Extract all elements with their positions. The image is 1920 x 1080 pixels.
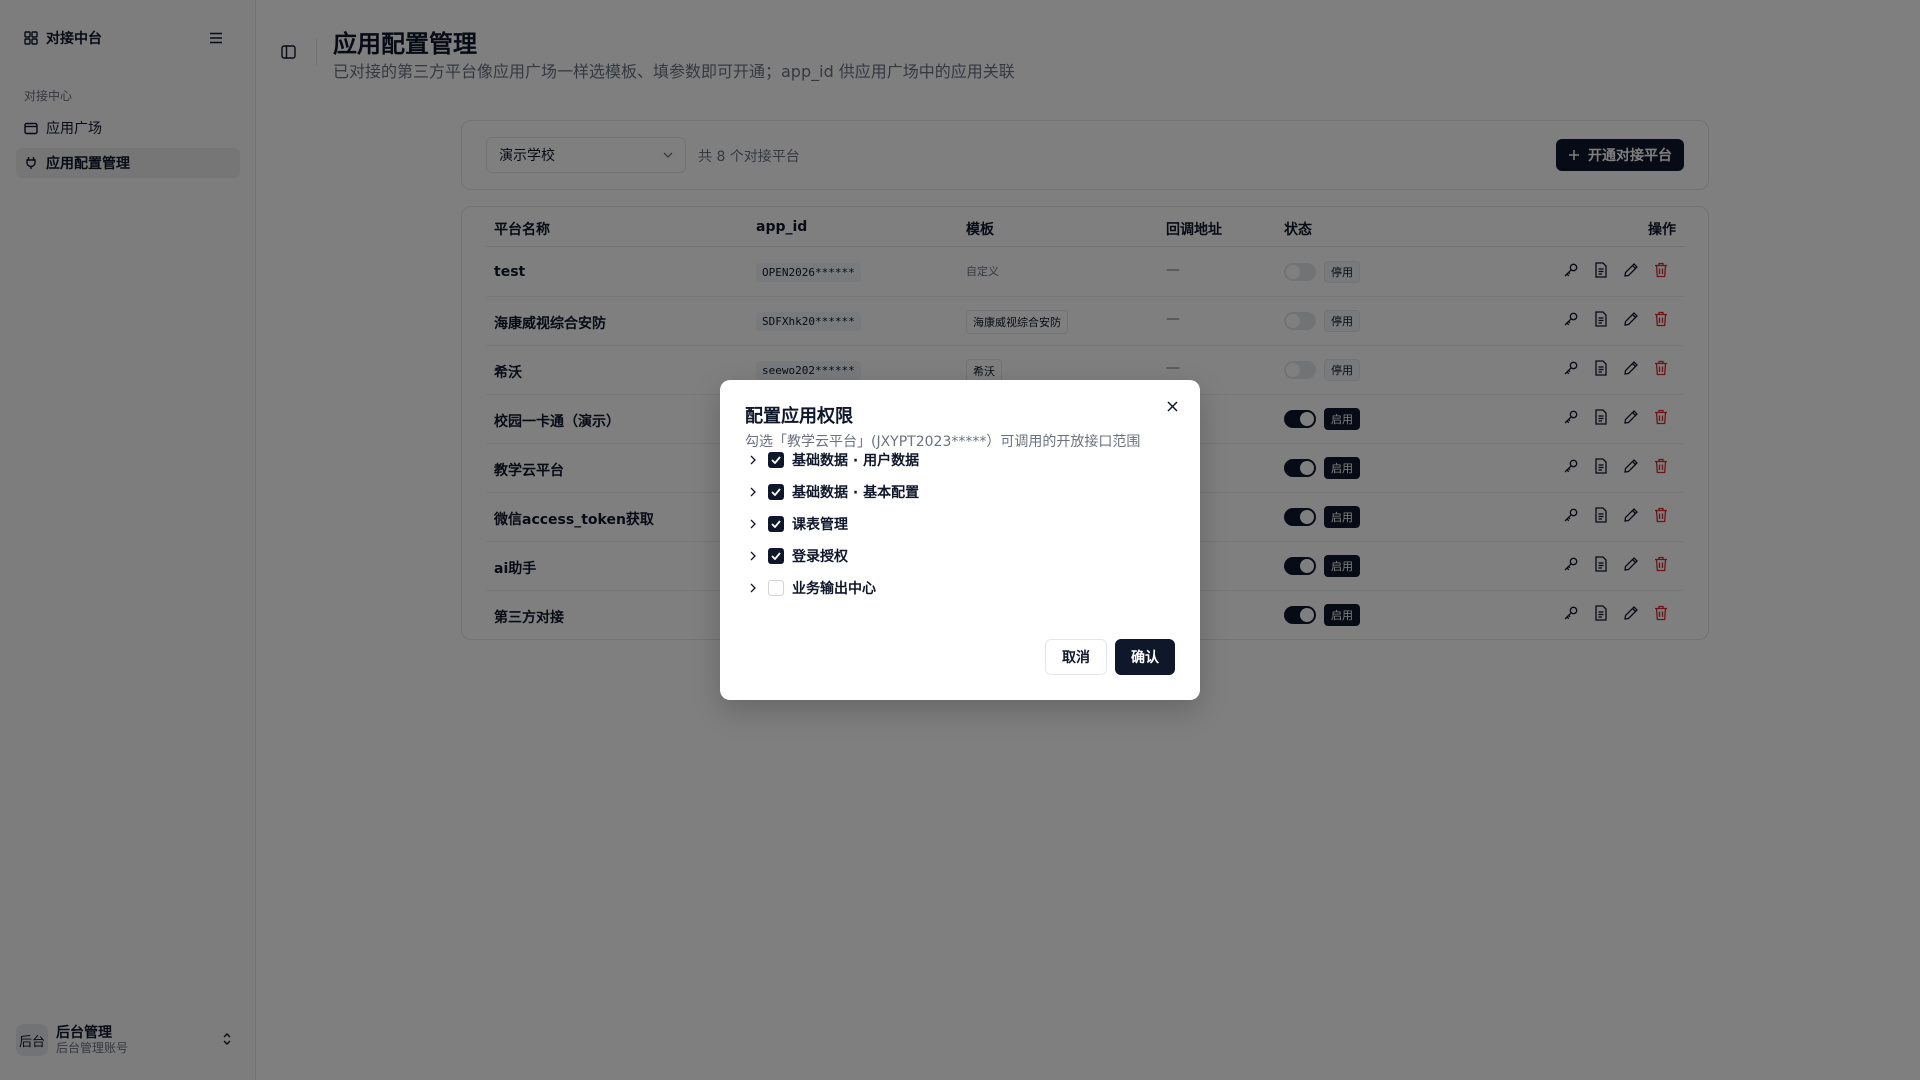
permission-item: 课表管理: [746, 512, 848, 536]
expand-button[interactable]: [746, 583, 760, 593]
permission-checkbox[interactable]: [768, 580, 784, 596]
dialog-title: 配置应用权限: [745, 406, 853, 427]
permission-label: 基础数据 · 基本配置: [792, 485, 920, 501]
expand-button[interactable]: [746, 519, 760, 529]
confirm-button[interactable]: 确认: [1115, 639, 1175, 675]
permission-dialog: 配置应用权限 勾选「教学云平台」(JXYPT2023*****）可调用的开放接口…: [720, 380, 1200, 700]
permission-checkbox[interactable]: [768, 516, 784, 532]
close-icon: [1166, 400, 1178, 412]
chevron-right-icon: [750, 551, 756, 561]
check-icon: [771, 488, 781, 496]
check-icon: [771, 456, 781, 464]
cancel-button[interactable]: 取消: [1045, 639, 1107, 675]
permission-label: 基础数据 · 用户数据: [792, 453, 920, 469]
permission-checkbox[interactable]: [768, 452, 784, 468]
permission-checkbox[interactable]: [768, 548, 784, 564]
expand-button[interactable]: [746, 551, 760, 561]
permission-item: 基础数据 · 基本配置: [746, 480, 919, 504]
permission-item: 登录授权: [746, 544, 848, 568]
chevron-right-icon: [750, 455, 756, 465]
permission-item: 基础数据 · 用户数据: [746, 448, 919, 472]
expand-button[interactable]: [746, 487, 760, 497]
chevron-right-icon: [750, 583, 756, 593]
permission-item: 业务输出中心: [746, 576, 876, 600]
chevron-right-icon: [750, 487, 756, 497]
expand-button[interactable]: [746, 455, 760, 465]
close-button[interactable]: [1162, 396, 1182, 416]
permission-label: 业务输出中心: [792, 581, 876, 597]
chevron-right-icon: [750, 519, 756, 529]
permission-label: 课表管理: [792, 517, 848, 533]
check-icon: [771, 520, 781, 528]
permission-checkbox[interactable]: [768, 484, 784, 500]
check-icon: [771, 552, 781, 560]
permission-label: 登录授权: [792, 549, 848, 565]
